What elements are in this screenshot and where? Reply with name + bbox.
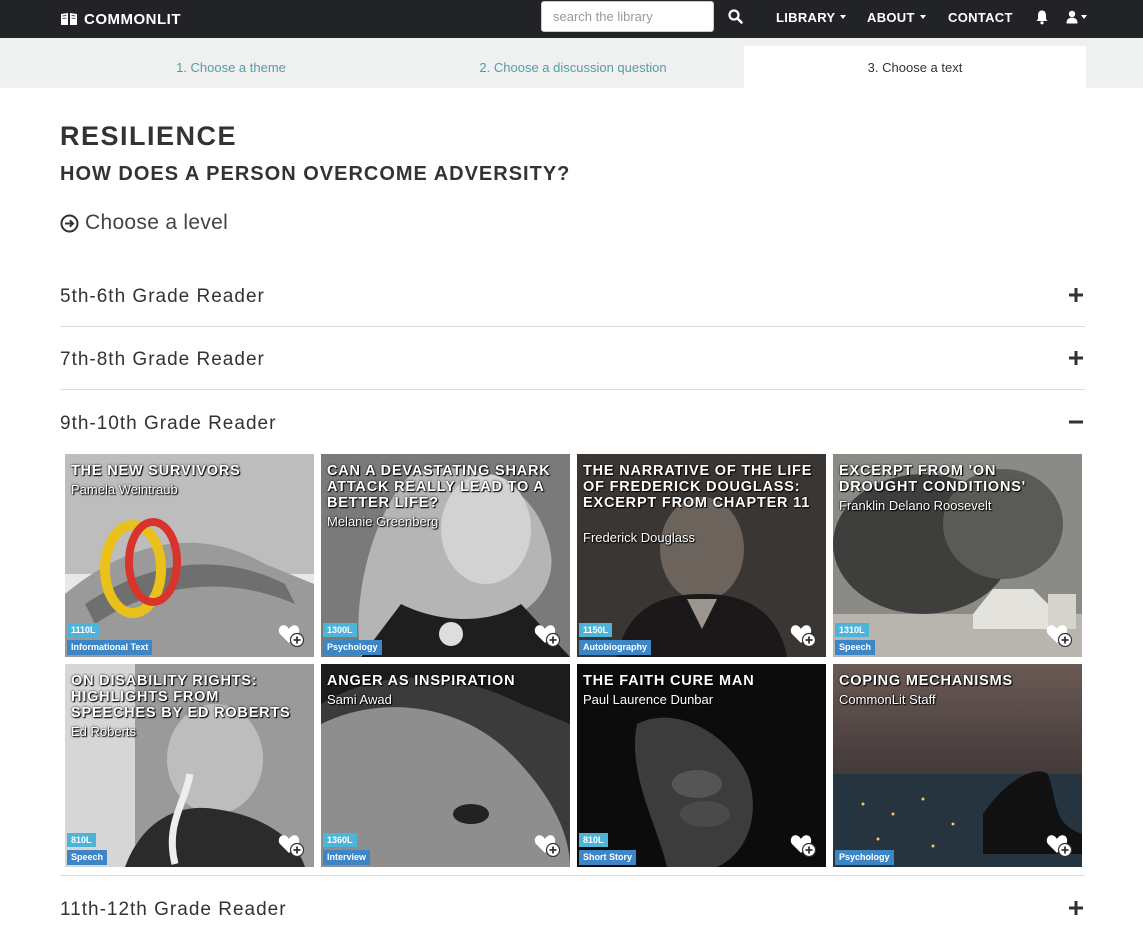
lexile-badge: 810L: [67, 833, 96, 847]
lexile-badge: 1310L: [835, 623, 869, 637]
choose-level-heading: Choose a level: [60, 211, 228, 235]
search-input[interactable]: [541, 1, 714, 32]
nav-contact-label: CONTACT: [948, 9, 1013, 25]
favorite-add-icon[interactable]: [534, 833, 560, 857]
lexile-badge: 1300L: [323, 623, 357, 637]
favorite-add-icon[interactable]: [790, 833, 816, 857]
theme-title: RESILIENCE: [60, 121, 238, 151]
card-title: THE NARRATIVE OF THE LIFE OF FREDERICK D…: [583, 463, 813, 511]
top-navbar: COMMONLIT LIBRARY ABOUT CONTACT: [0, 0, 1143, 38]
genre-badge: Interview: [323, 850, 371, 865]
level-11th-12th[interactable]: 11th-12th Grade Reader: [60, 877, 1085, 939]
level-label: 5th-6th Grade Reader: [60, 286, 265, 307]
level-label: 7th-8th Grade Reader: [60, 349, 265, 370]
text-card-shark-attack[interactable]: CAN A DEVASTATING SHARK ATTACK REALLY LE…: [321, 454, 570, 657]
favorite-add-icon[interactable]: [534, 623, 560, 647]
text-card-new-survivors[interactable]: THE NEW SURVIVORS Pamela Weintraub 1110L…: [65, 454, 314, 657]
card-author: Paul Laurence Dunbar: [583, 692, 714, 707]
arrow-circle-right-icon: [60, 214, 79, 232]
nav-contact-link[interactable]: CONTACT: [948, 9, 1013, 25]
level-7th-8th[interactable]: 7th-8th Grade Reader: [60, 328, 1085, 390]
level-label: 11th-12th Grade Reader: [60, 899, 287, 920]
bell-icon[interactable]: [1035, 9, 1049, 25]
discussion-question: HOW DOES A PERSON OVERCOME ADVERSITY?: [60, 163, 571, 185]
favorite-add-icon[interactable]: [790, 623, 816, 647]
genre-badge: Speech: [67, 850, 108, 865]
minus-icon[interactable]: [1068, 414, 1084, 430]
brand-name: COMMONLIT: [84, 10, 181, 28]
lexile-badge: 1150L: [579, 623, 613, 637]
user-icon: [1066, 10, 1078, 24]
nav-about-dropdown[interactable]: ABOUT: [867, 9, 926, 25]
card-author: Ed Roberts: [71, 724, 137, 739]
text-card-frederick-douglass[interactable]: THE NARRATIVE OF THE LIFE OF FREDERICK D…: [577, 454, 826, 657]
card-title: THE NEW SURVIVORS: [71, 463, 241, 479]
card-author: CommonLit Staff: [839, 692, 936, 707]
book-icon: [61, 13, 77, 25]
card-title: CAN A DEVASTATING SHARK ATTACK REALLY LE…: [327, 463, 551, 511]
favorite-add-icon[interactable]: [278, 623, 304, 647]
plus-icon[interactable]: [1068, 287, 1084, 303]
genre-badge: Psychology: [835, 850, 894, 865]
nav-library-dropdown[interactable]: LIBRARY: [776, 9, 847, 25]
plus-icon[interactable]: [1068, 350, 1084, 366]
step-choose-question[interactable]: 2. Choose a discussion question: [402, 46, 744, 88]
text-card-faith-cure-man[interactable]: THE FAITH CURE MAN Paul Laurence Dunbar …: [577, 664, 826, 867]
card-author: Melanie Greenberg: [327, 514, 439, 529]
card-title: COPING MECHANISMS: [839, 673, 1013, 689]
card-title: EXCERPT FROM 'ON DROUGHT CONDITIONS': [839, 463, 1027, 495]
plus-icon[interactable]: [1068, 900, 1084, 916]
card-author: Frederick Douglass: [583, 530, 695, 545]
chevron-down-icon: [919, 15, 926, 19]
genre-badge: Autobiography: [579, 640, 651, 655]
brand-logo[interactable]: COMMONLIT: [60, 9, 181, 29]
card-author: Pamela Weintraub: [71, 482, 178, 497]
lexile-badge: 1360L: [323, 833, 357, 847]
text-card-disability-rights[interactable]: ON DISABILITY RIGHTS: HIGHLIGHTS FROM SP…: [65, 664, 314, 867]
text-card-drought-conditions[interactable]: EXCERPT FROM 'ON DROUGHT CONDITIONS' Fra…: [833, 454, 1082, 657]
card-author: Sami Awad: [327, 692, 392, 707]
text-card-anger-as-inspiration[interactable]: ANGER AS INSPIRATION Sami Awad 1360L Int…: [321, 664, 570, 867]
genre-badge: Psychology: [323, 640, 382, 655]
chevron-down-icon: [840, 15, 847, 19]
card-title: ANGER AS INSPIRATION: [327, 673, 516, 689]
nav-about-label: ABOUT: [867, 9, 915, 25]
step-choose-theme[interactable]: 1. Choose a theme: [60, 46, 402, 88]
favorite-add-icon[interactable]: [1046, 833, 1072, 857]
lexile-badge: 810L: [579, 833, 608, 847]
lexile-badge: 1110L: [67, 623, 100, 637]
genre-badge: Speech: [835, 640, 876, 655]
step-tabs: 1. Choose a theme 2. Choose a discussion…: [0, 38, 1143, 88]
card-author: Franklin Delano Roosevelt: [839, 498, 992, 513]
user-menu-dropdown[interactable]: [1066, 9, 1087, 25]
level-5th-6th[interactable]: 5th-6th Grade Reader: [60, 265, 1085, 327]
genre-badge: Informational Text: [67, 640, 153, 655]
chevron-down-icon: [1081, 15, 1087, 19]
favorite-add-icon[interactable]: [1046, 623, 1072, 647]
text-card-coping-mechanisms[interactable]: COPING MECHANISMS CommonLit Staff Psycho…: [833, 664, 1082, 867]
genre-badge: Short Story: [579, 850, 637, 865]
favorite-add-icon[interactable]: [278, 833, 304, 857]
card-title: ON DISABILITY RIGHTS: HIGHLIGHTS FROM SP…: [71, 673, 291, 721]
level-label: 9th-10th Grade Reader: [60, 413, 277, 434]
search-icon[interactable]: [727, 8, 745, 26]
card-title: THE FAITH CURE MAN: [583, 673, 755, 689]
nav-library-label: LIBRARY: [776, 9, 836, 25]
choose-level-label: Choose a level: [85, 211, 229, 234]
step-choose-text[interactable]: 3. Choose a text: [744, 46, 1086, 88]
